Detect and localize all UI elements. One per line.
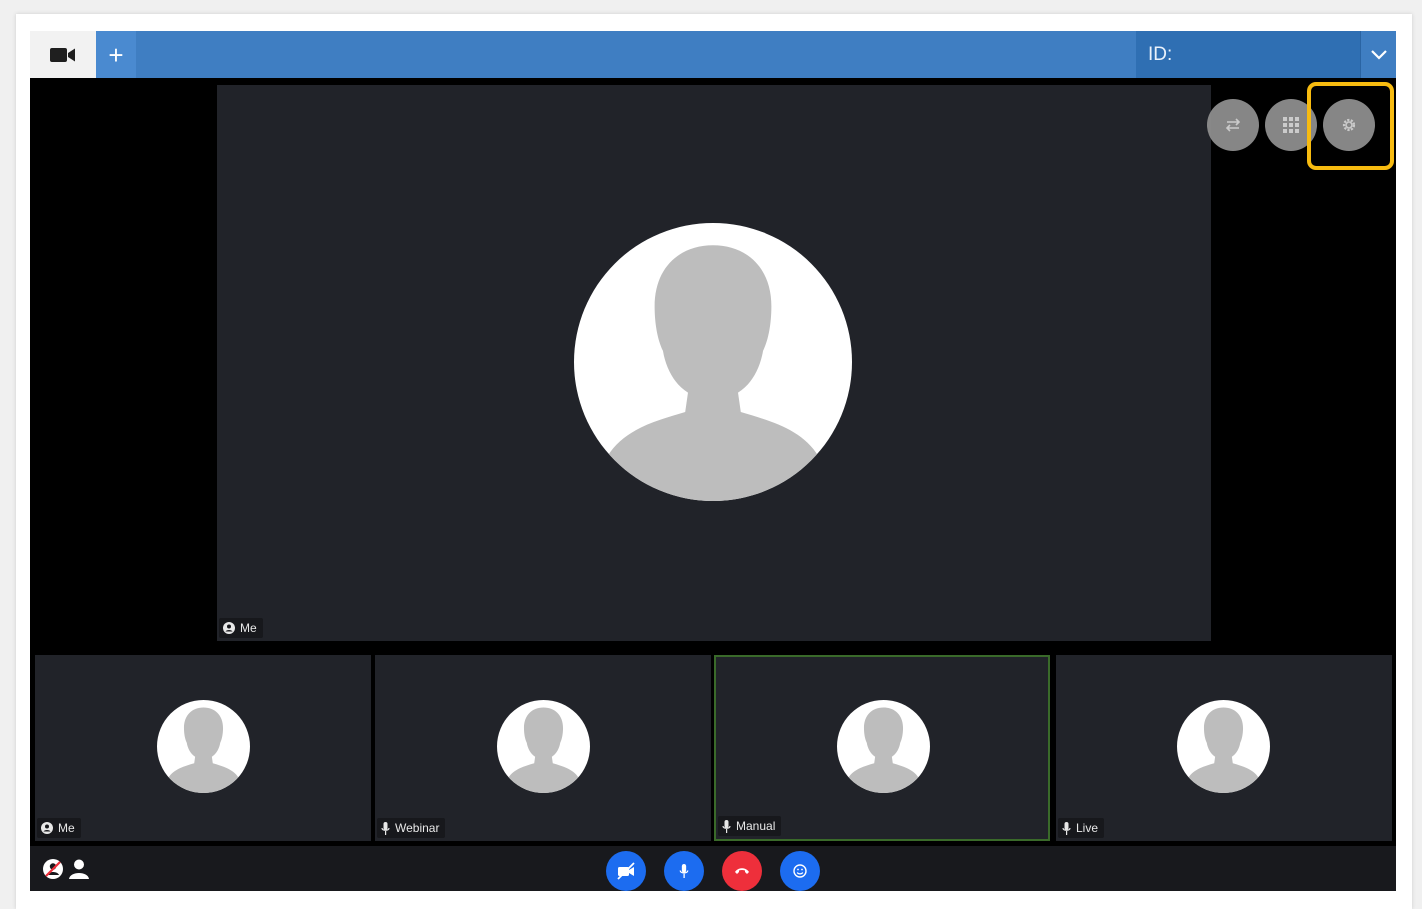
avatar xyxy=(574,223,852,501)
participant-name: Webinar xyxy=(395,821,440,835)
swap-view-button[interactable] xyxy=(1207,99,1259,151)
avatar xyxy=(1177,700,1270,793)
participant-name-tag: Live xyxy=(1058,818,1105,838)
add-tab-button[interactable]: + xyxy=(96,31,136,78)
participant-name-tag: Manual xyxy=(718,816,782,836)
camera-off-icon xyxy=(617,862,635,880)
microphone-icon xyxy=(722,819,731,833)
user-icon xyxy=(69,859,89,879)
main-video-tile[interactable]: Me xyxy=(217,85,1211,641)
participant-name: Manual xyxy=(736,819,776,833)
person-silhouette-icon xyxy=(508,707,579,793)
swap-arrows-icon xyxy=(1225,118,1241,132)
avatar xyxy=(497,700,590,793)
participant-name-tag: Me xyxy=(37,818,81,838)
self-view-off-button[interactable] xyxy=(42,858,64,880)
participant-name: Me xyxy=(240,621,257,635)
person-silhouette-icon xyxy=(168,707,239,793)
person-silhouette-icon xyxy=(607,245,819,501)
person-silhouette-icon xyxy=(1188,707,1259,793)
id-dropdown-button[interactable] xyxy=(1360,31,1396,78)
end-call-button[interactable] xyxy=(722,851,762,891)
microphone-icon xyxy=(381,821,390,835)
microphone-icon xyxy=(1062,821,1071,835)
video-camera-icon xyxy=(50,47,75,62)
phone-hangup-icon xyxy=(735,868,749,874)
person-silhouette-icon xyxy=(848,707,919,793)
participant-tile[interactable]: Me xyxy=(35,655,371,841)
camera-toggle-button[interactable] xyxy=(606,851,646,891)
participant-tile[interactable]: Live xyxy=(1056,655,1392,841)
smiley-icon xyxy=(793,864,807,878)
avatar xyxy=(157,700,250,793)
grid-icon xyxy=(1283,117,1299,133)
main-name-tag: Me xyxy=(219,618,263,638)
reactions-button[interactable] xyxy=(780,851,820,891)
participants-button[interactable] xyxy=(68,858,90,880)
settings-highlight-box xyxy=(1307,82,1394,170)
participant-tile-active[interactable]: Manual xyxy=(714,655,1050,841)
meeting-app: + ID: Me Me Webinar Manual Live xyxy=(30,31,1396,891)
microphone-icon xyxy=(679,864,689,878)
top-bar: + ID: xyxy=(30,31,1396,78)
participant-name: Live xyxy=(1076,821,1099,835)
bottom-control-bar xyxy=(30,846,1396,891)
microphone-button[interactable] xyxy=(664,851,704,891)
user-disabled-icon xyxy=(43,859,63,879)
meeting-id-field[interactable]: ID: xyxy=(1136,31,1360,78)
participant-tile[interactable]: Webinar xyxy=(375,655,711,841)
chevron-down-icon xyxy=(1370,49,1387,60)
participant-name-tag: Webinar xyxy=(377,818,446,838)
tab-video[interactable] xyxy=(30,31,96,78)
avatar xyxy=(837,700,930,793)
user-circle-icon xyxy=(223,622,235,634)
participant-name: Me xyxy=(58,821,75,835)
user-circle-icon xyxy=(41,822,53,834)
